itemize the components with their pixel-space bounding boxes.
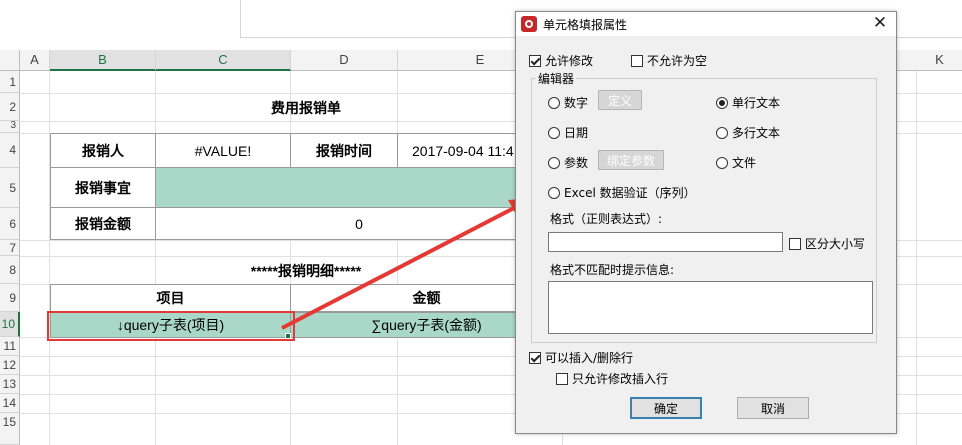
radio-single-text-label: 单行文本 xyxy=(732,96,781,110)
col-header-d[interactable]: D xyxy=(291,50,398,71)
checkbox-box[interactable] xyxy=(789,237,801,250)
radio-circle[interactable] xyxy=(548,186,560,199)
row-header-15[interactable]: 15 xyxy=(0,413,20,445)
amount-label-cell[interactable]: 报销金额 xyxy=(50,207,156,240)
format-label: 格式（正则表达式）: xyxy=(550,212,663,226)
row-header-7[interactable]: 7 xyxy=(0,240,20,256)
editor-group-label: 编辑器 xyxy=(536,70,577,87)
radio-file[interactable]: 文件 xyxy=(716,154,756,171)
sheet-title[interactable]: 费用报销单 xyxy=(50,94,562,121)
checkbox-box[interactable] xyxy=(529,54,541,67)
col-item-header[interactable]: 项目 xyxy=(50,284,291,312)
allow-insert-delete-label: 可以插入/删除行 xyxy=(545,351,634,365)
case-sensitive-checkbox[interactable]: 区分大小写 xyxy=(789,235,865,252)
radio-multi-text[interactable]: 多行文本 xyxy=(716,124,780,141)
reporter-value-cell[interactable]: #VALUE! xyxy=(155,133,291,168)
row-header-2[interactable]: 2 xyxy=(0,93,20,121)
close-icon[interactable]: ✕ xyxy=(870,14,890,34)
radio-circle[interactable] xyxy=(548,126,560,139)
row-header-6[interactable]: 6 xyxy=(0,208,20,240)
not-null-label: 不允许为空 xyxy=(647,54,708,68)
radio-date[interactable]: 日期 xyxy=(548,124,588,141)
row-header-11[interactable]: 11 xyxy=(0,337,20,356)
col-header-c[interactable]: C xyxy=(156,50,291,71)
col-header-a[interactable]: A xyxy=(20,50,50,71)
radio-multi-text-label: 多行文本 xyxy=(732,126,781,140)
radio-number[interactable]: 数字 xyxy=(548,94,588,111)
selection-highlight xyxy=(47,311,295,341)
radio-circle[interactable] xyxy=(548,96,560,109)
row-header-8[interactable]: 8 xyxy=(0,256,20,284)
radio-excel-validate[interactable]: Excel 数据验证（序列） xyxy=(548,184,696,201)
fill-handle[interactable] xyxy=(285,333,291,339)
radio-circle[interactable] xyxy=(716,156,728,169)
allow-edit-label: 允许修改 xyxy=(545,54,594,68)
define-button[interactable]: 定义 xyxy=(598,90,642,110)
cell-properties-dialog: 单元格填报属性 ✕ 允许修改 不允许为空 编辑器 数字 定义 单行文本 日期 多… xyxy=(515,11,897,434)
bind-param-button[interactable]: 绑定参数 xyxy=(598,150,664,170)
radio-number-label: 数字 xyxy=(564,96,589,110)
row-header-12[interactable]: 12 xyxy=(0,356,20,375)
cancel-button[interactable]: 取消 xyxy=(737,397,809,419)
row-header-4[interactable]: 4 xyxy=(0,133,20,168)
allow-edit-checkbox[interactable]: 允许修改 xyxy=(529,52,593,69)
only-edit-inserted-checkbox[interactable]: 只允许修改插入行 xyxy=(556,370,668,387)
time-label-cell[interactable]: 报销时间 xyxy=(290,133,398,168)
row-header-13[interactable]: 13 xyxy=(0,375,20,394)
checkbox-box[interactable] xyxy=(556,372,568,385)
mismatch-label: 格式不匹配时提示信息: xyxy=(550,263,675,277)
radio-param-label: 参数 xyxy=(564,156,589,170)
radio-file-label: 文件 xyxy=(732,156,757,170)
row-header-3[interactable]: 3 xyxy=(0,121,20,133)
col-header-b[interactable]: B xyxy=(50,50,156,71)
checkbox-box[interactable] xyxy=(631,54,643,67)
matter-value-cell[interactable] xyxy=(155,167,563,208)
not-null-checkbox[interactable]: 不允许为空 xyxy=(631,52,707,69)
format-input[interactable] xyxy=(548,232,783,252)
radio-param[interactable]: 参数 xyxy=(548,154,588,171)
only-edit-inserted-label: 只允许修改插入行 xyxy=(572,372,669,386)
row-header-5[interactable]: 5 xyxy=(0,168,20,208)
radio-date-label: 日期 xyxy=(564,126,589,140)
radio-circle[interactable] xyxy=(716,96,728,109)
row-header-1[interactable]: 1 xyxy=(0,71,20,93)
matter-label-cell[interactable]: 报销事宜 xyxy=(50,167,156,208)
radio-excel-validate-label: Excel 数据验证（序列） xyxy=(564,186,696,200)
checkbox-box[interactable] xyxy=(529,351,541,364)
row-header-9[interactable]: 9 xyxy=(0,284,20,312)
reporter-label-cell[interactable]: 报销人 xyxy=(50,133,156,168)
radio-circle[interactable] xyxy=(716,126,728,139)
radio-single-text[interactable]: 单行文本 xyxy=(716,94,780,111)
col-header-k[interactable]: K xyxy=(917,50,962,71)
amount-value-cell[interactable]: 0 xyxy=(155,207,563,240)
ok-button[interactable]: 确定 xyxy=(630,397,702,419)
app-icon xyxy=(521,16,537,32)
dialog-title: 单元格填报属性 xyxy=(543,17,628,32)
detail-title[interactable]: *****报销明细***** xyxy=(50,257,562,284)
radio-circle[interactable] xyxy=(548,156,560,169)
allow-insert-delete-checkbox[interactable]: 可以插入/删除行 xyxy=(529,349,633,366)
row-header-14[interactable]: 14 xyxy=(0,394,20,413)
select-all-corner[interactable] xyxy=(0,50,20,71)
case-sensitive-label: 区分大小写 xyxy=(805,237,866,251)
mismatch-message-input[interactable] xyxy=(548,281,873,334)
row-header-10[interactable]: 10 xyxy=(0,312,20,337)
dialog-titlebar[interactable]: 单元格填报属性 ✕ xyxy=(516,12,896,36)
